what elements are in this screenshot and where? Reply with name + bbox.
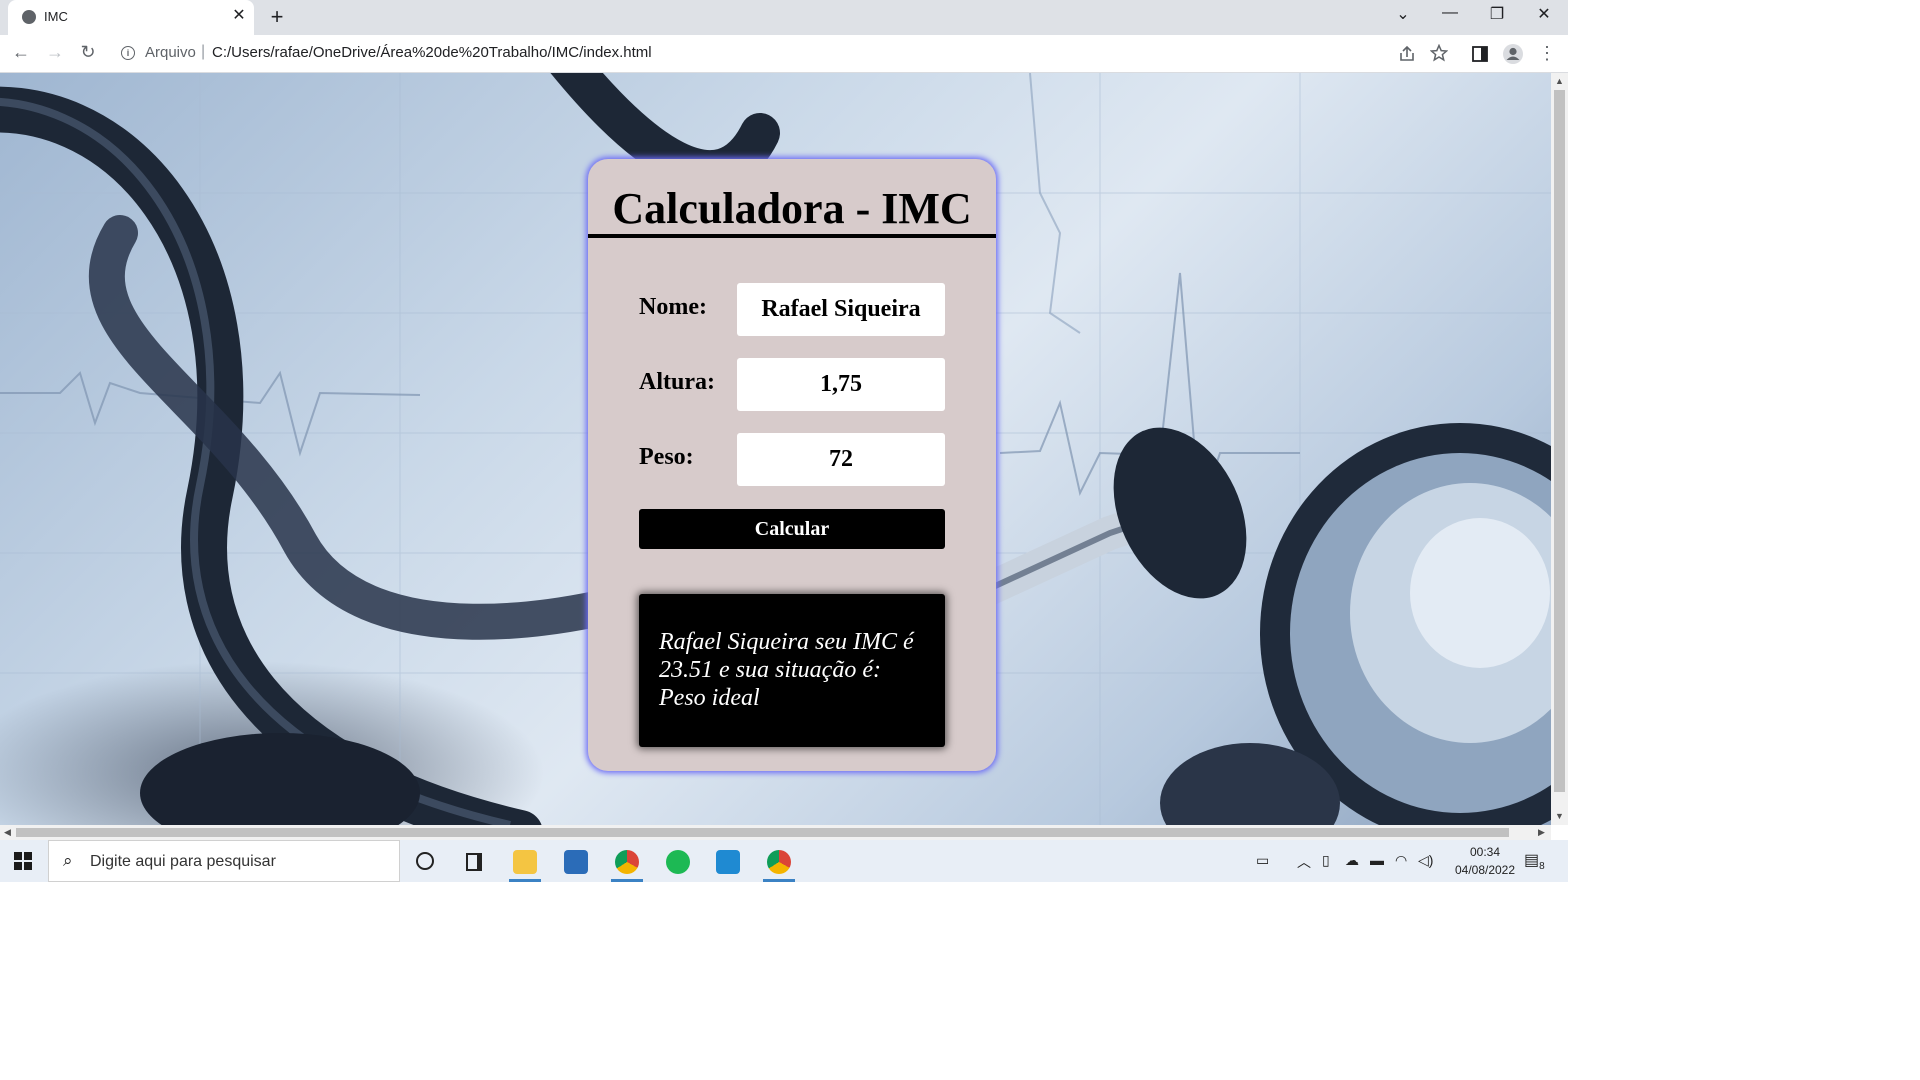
notification-count: 8 [1539,861,1545,873]
tab-title: IMC [44,9,68,24]
scheme-label: Arquivo [145,44,196,61]
search-icon: ⌕ [63,851,73,870]
result-text: Rafael Siqueira seu IMC é 23.51 e sua si… [659,629,914,711]
vertical-scroll-thumb[interactable] [1554,90,1565,792]
clock-date: 04/08/2022 [1454,863,1516,877]
windows-taskbar: ⌕ Digite aqui para pesquisar ▭ ︿ ▯ ☁ ▬ ◠… [0,840,1568,882]
url-text[interactable]: C:/Users/rafae/OneDrive/Área%20de%20Trab… [212,44,652,61]
cortana-icon[interactable] [404,846,444,878]
microsoft-store-icon[interactable] [556,846,596,878]
vertical-scrollbar[interactable]: ▲ ▼ [1551,73,1568,825]
side-panel-icon[interactable] [1471,45,1489,63]
page-title: Calculadora - IMC [612,184,972,233]
vscode-icon[interactable] [708,846,748,878]
restore-button[interactable]: ❐ [1482,4,1512,24]
horizontal-scroll-thumb[interactable] [16,828,1509,837]
peso-label: Peso: [639,444,694,470]
show-hidden-icons-chevron-icon[interactable]: ︿ [1297,852,1311,872]
task-view-icon[interactable] [455,846,495,878]
calculator-card: Calculadora - IMC Nome: Rafael Siqueira … [588,159,996,771]
taskbar-search-box[interactable]: ⌕ Digite aqui para pesquisar [48,840,400,882]
calcular-button[interactable]: Calcular [639,509,945,549]
new-tab-button[interactable]: + [266,4,288,30]
peso-input[interactable]: 72 [737,433,945,486]
separator: | [201,43,206,60]
close-window-button[interactable]: ✕ [1529,4,1559,24]
info-icon[interactable]: i [121,46,135,60]
tab-close-icon[interactable]: ✕ [230,7,248,25]
search-placeholder: Digite aqui para pesquisar [90,853,276,870]
bookmark-star-icon[interactable] [1430,44,1448,62]
scroll-right-arrow-icon[interactable]: ▶ [1538,827,1545,838]
horizontal-scrollbar[interactable]: ◀ ▶ [0,825,1551,840]
title-divider [588,234,996,238]
menu-kebab-icon[interactable]: ⋮ [1538,43,1556,64]
chrome-icon[interactable] [759,846,799,882]
profile-avatar-icon[interactable] [1502,43,1524,65]
system-clock[interactable]: 00:34 04/08/2022 [1443,843,1527,879]
battery-icon[interactable]: ▬ [1370,852,1384,868]
browser-toolbar: ← → ↻ i Arquivo | C:/Users/rafae/OneDriv… [0,35,1568,73]
spotify-icon[interactable] [658,846,698,878]
page-viewport: Calculadora - IMC Nome: Rafael Siqueira … [0,73,1551,825]
globe-icon [22,10,36,24]
file-explorer-icon[interactable] [505,846,545,882]
altura-input[interactable]: 1,75 [737,358,945,411]
tab-imc[interactable]: IMC ✕ [8,0,254,35]
altura-label: Altura: [639,369,715,395]
tab-search-icon[interactable]: ⌄ [1388,4,1418,24]
forward-arrow-icon[interactable]: → [44,42,66,63]
device-icon[interactable]: ▯ [1322,852,1330,869]
chrome-profile-icon[interactable] [607,846,647,882]
result-box: Rafael Siqueira seu IMC é 23.51 e sua si… [639,594,945,747]
tab-strip: IMC ✕ + ⌄ — ❐ ✕ [0,0,1568,35]
scroll-down-arrow-icon[interactable]: ▼ [1555,811,1564,821]
reload-icon[interactable]: ↻ [77,42,99,63]
back-arrow-icon[interactable]: ← [10,42,32,63]
share-icon[interactable] [1398,45,1416,63]
minimize-button[interactable]: — [1435,4,1465,22]
onedrive-icon[interactable]: ☁ [1345,852,1359,869]
address-bar[interactable]: i Arquivo | C:/Users/rafae/OneDrive/Área… [112,38,1464,68]
volume-icon[interactable]: ◁) [1418,852,1433,869]
notification-center-icon[interactable]: ▤8 [1524,850,1545,872]
scroll-left-arrow-icon[interactable]: ◀ [4,827,11,838]
clock-time: 00:34 [1469,845,1501,859]
wifi-icon[interactable]: ◠ [1395,852,1407,869]
scroll-up-arrow-icon[interactable]: ▲ [1555,76,1564,86]
nome-input[interactable]: Rafael Siqueira [737,283,945,336]
news-widget-icon[interactable]: ▭ [1256,852,1269,869]
nome-label: Nome: [639,294,707,320]
windows-start-icon[interactable] [14,852,32,870]
